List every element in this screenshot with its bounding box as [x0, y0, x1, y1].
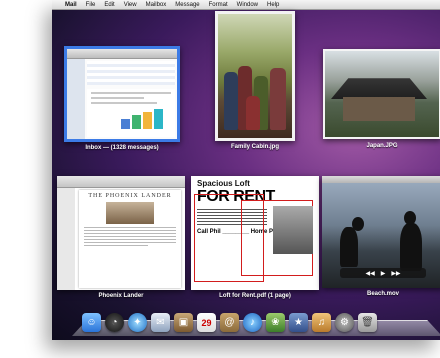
dock: ☺ ◔ ✦ ✉ ▣ 29 @ ♪ ❀ ★ ♫ ⚙ 🗑 [82, 312, 440, 332]
doc-image [106, 202, 154, 224]
menu-edit[interactable]: Edit [104, 2, 114, 8]
rent-heading: Spacious Loft [197, 179, 250, 188]
fast-forward-icon[interactable]: ▶▶ [391, 270, 400, 277]
japan-photo-thumbnail[interactable] [323, 49, 440, 139]
play-icon[interactable]: ▶ [381, 270, 386, 277]
finder-icon[interactable]: ☺ [82, 313, 101, 332]
menu-message[interactable]: Message [175, 2, 199, 8]
garageband-icon[interactable]: ♫ [312, 313, 331, 332]
mail-sidebar [67, 59, 85, 139]
message-body [87, 89, 175, 137]
system-preferences-icon[interactable]: ⚙ [335, 313, 354, 332]
mail-icon[interactable]: ✉ [151, 313, 170, 332]
trash-icon[interactable]: 🗑 [358, 313, 377, 332]
page-thumbnails [57, 188, 75, 290]
menu-mailbox[interactable]: Mailbox [146, 2, 167, 8]
imovie-icon[interactable]: ★ [289, 313, 308, 332]
rent-pdf-thumbnail[interactable]: Spacious Loft FOR RENT Call Phil _______… [191, 176, 319, 290]
window-caption: Beach.mov [366, 291, 400, 297]
window-caption: Inbox — (1328 messages) [85, 145, 159, 151]
family-photo [218, 14, 292, 138]
beach-movie-thumbnail[interactable]: ◀◀ ▶ ▶▶ [322, 176, 440, 288]
loft-image [273, 206, 313, 254]
menu-bar: Mail File Edit View Mailbox Message Form… [52, 0, 440, 10]
menu-file[interactable]: File [86, 2, 96, 8]
movie-controls[interactable]: ◀◀ ▶ ▶▶ [340, 268, 426, 278]
menu-mail[interactable]: Mail [65, 2, 77, 8]
doc-title: THE PHOENIX LANDER [88, 193, 172, 199]
phoenix-doc-thumbnail[interactable]: THE PHOENIX LANDER [57, 176, 185, 290]
menu-view[interactable]: View [124, 2, 137, 8]
message-list [87, 61, 175, 85]
dashboard-icon[interactable]: ◔ [105, 313, 124, 332]
safari-icon[interactable]: ✦ [128, 313, 147, 332]
window-caption: Family Cabin.jpg [230, 144, 280, 150]
desktop: Mail File Edit View Mailbox Message Form… [52, 0, 440, 340]
mail-toolbar [67, 49, 177, 59]
menu-format[interactable]: Format [209, 2, 228, 8]
menu-window[interactable]: Window [237, 2, 258, 8]
iphoto-icon[interactable]: ❀ [266, 313, 285, 332]
rewind-icon[interactable]: ◀◀ [365, 270, 374, 277]
movie-title-bar [322, 176, 440, 183]
japan-photo [325, 51, 439, 137]
calendar-icon[interactable]: 29 [197, 313, 216, 332]
itunes-icon[interactable]: ♪ [243, 313, 262, 332]
message-chart-image [121, 109, 163, 129]
window-caption: Japan.JPG [366, 143, 398, 149]
pages-toolbar [57, 176, 185, 188]
window-caption: Loft for Rent.pdf (1 page) [219, 293, 291, 299]
document-page: THE PHOENIX LANDER [79, 190, 181, 288]
family-photo-thumbnail[interactable] [215, 11, 295, 141]
menu-help[interactable]: Help [267, 2, 279, 8]
address-book-icon[interactable]: @ [220, 313, 239, 332]
photo-icon[interactable]: ▣ [174, 313, 193, 332]
window-caption: Phoenix Lander [98, 293, 144, 299]
mail-thumbnail[interactable] [64, 46, 180, 142]
